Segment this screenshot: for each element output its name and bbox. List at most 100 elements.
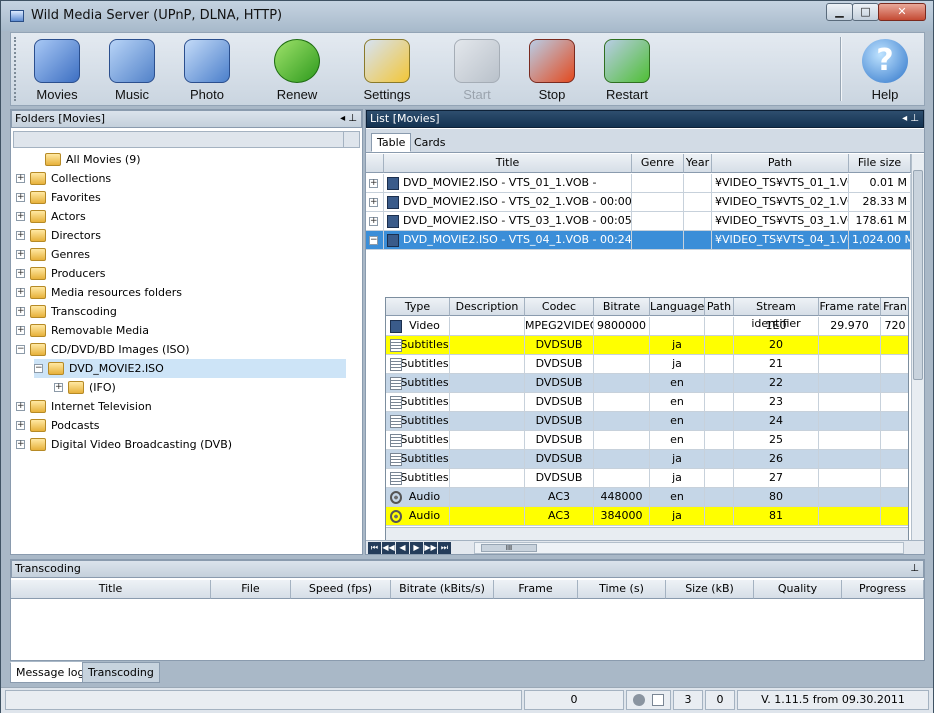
stream-col-frame-rate[interactable]: Frame rate (819, 298, 881, 316)
stream-col-stream-id[interactable]: Stream identifier (734, 298, 819, 330)
stream-row[interactable]: Audio AC3 384000 ja 81 (386, 507, 908, 526)
stream-col-description[interactable]: Description (450, 298, 525, 316)
expand-icon[interactable]: + (16, 326, 25, 335)
grid-horizontal-scrollbar[interactable]: III (474, 542, 904, 554)
restart-button[interactable]: Restart (592, 35, 662, 103)
stream-row[interactable]: Subtitles DVDSUB ja 27 (386, 469, 908, 488)
column-path[interactable]: Path (712, 154, 849, 173)
scrollbar-thumb[interactable]: III (481, 544, 537, 552)
tab-message-log[interactable]: Message log (10, 662, 91, 683)
stream-col-language[interactable]: Language (650, 298, 705, 316)
first-record-button[interactable]: ⏮ (368, 542, 381, 554)
stream-horizontal-scrollbar[interactable] (386, 527, 908, 540)
folders-filter-input[interactable] (13, 131, 360, 148)
stream-col-bitrate[interactable]: Bitrate (594, 298, 650, 316)
expand-icon[interactable]: + (16, 269, 25, 278)
expand-icon[interactable]: + (16, 212, 25, 221)
scrollbar-thumb[interactable] (913, 170, 923, 380)
next-page-button[interactable]: ▶▶ (424, 542, 437, 554)
expand-icon[interactable]: + (369, 217, 378, 226)
tree-item[interactable]: + Transcoding (16, 302, 316, 321)
status-checkbox[interactable] (652, 694, 665, 706)
stream-row[interactable]: Subtitles DVDSUB ja 20 (386, 336, 908, 355)
stream-row[interactable]: Subtitles DVDSUB en 24 (386, 412, 908, 431)
tab-transcoding[interactable]: Transcoding (82, 662, 160, 683)
stream-col-type[interactable]: Type (386, 298, 450, 316)
expand-icon[interactable]: + (16, 288, 25, 297)
tree-item[interactable]: − DVD_MOVIE2.ISO (34, 359, 346, 378)
tree-item[interactable]: + Internet Television (16, 397, 316, 416)
toolbar-grip[interactable] (14, 37, 17, 101)
tree-item[interactable]: + Collections (16, 169, 316, 188)
last-record-button[interactable]: ⏭ (438, 542, 451, 554)
stream-row[interactable]: Subtitles DVDSUB ja 26 (386, 450, 908, 469)
table-row[interactable]: − DVD_MOVIE2.ISO - VTS_04_1.VOB - 00:24:4… (366, 231, 911, 250)
collapse-icon[interactable]: − (16, 345, 25, 354)
tree-item[interactable]: − CD/DVD/BD Images (ISO) (16, 340, 316, 359)
expand-icon[interactable]: + (369, 179, 378, 188)
expand-icon[interactable]: + (16, 440, 25, 449)
trans-col-file[interactable]: File (211, 580, 291, 599)
minimize-button[interactable]: ▁ (826, 3, 853, 21)
trans-col-speed[interactable]: Speed (fps) (291, 580, 391, 599)
stream-row[interactable]: Subtitles DVDSUB ja 21 (386, 355, 908, 374)
stream-row[interactable]: Subtitles DVDSUB en 25 (386, 431, 908, 450)
trans-col-frame[interactable]: Frame (494, 580, 578, 599)
table-row[interactable]: + DVD_MOVIE2.ISO - VTS_03_1.VOB - 00:05:0… (366, 212, 911, 231)
tree-item[interactable]: + Podcasts (16, 416, 316, 435)
start-button[interactable]: Start (442, 35, 512, 103)
column-year[interactable]: Year (684, 154, 712, 173)
trans-col-quality[interactable]: Quality (754, 580, 842, 599)
stop-button[interactable]: Stop (517, 35, 587, 103)
stream-row[interactable]: Subtitles DVDSUB en 22 (386, 374, 908, 393)
tab-cards[interactable]: Cards (408, 133, 451, 152)
pin-icon[interactable]: ◂ ⊥ (340, 111, 357, 127)
collapse-icon[interactable]: − (34, 364, 43, 373)
filter-button[interactable] (343, 132, 359, 147)
tree-item[interactable]: + (IFO) (54, 378, 354, 397)
expand-icon[interactable]: + (16, 250, 25, 259)
stream-row[interactable]: Video MPEG2VIDEO 9800000 1E0 29.970 720 (386, 317, 908, 336)
expand-icon[interactable]: + (16, 421, 25, 430)
movies-button[interactable]: Movies (22, 35, 92, 103)
tree-item[interactable]: + Producers (16, 264, 316, 283)
tree-item[interactable]: + Directors (16, 226, 316, 245)
photo-button[interactable]: Photo (172, 35, 242, 103)
tree-item[interactable]: + Favorites (16, 188, 316, 207)
grid-vertical-scrollbar[interactable] (911, 154, 924, 540)
trans-col-progress[interactable]: Progress (842, 580, 924, 599)
column-genre[interactable]: Genre (632, 154, 684, 173)
prev-page-button[interactable]: ◀◀ (382, 542, 395, 554)
expand-icon[interactable]: + (16, 174, 25, 183)
tree-item[interactable]: All Movies (9) (31, 150, 331, 169)
tree-item[interactable]: + Genres (16, 245, 316, 264)
pin-icon[interactable]: ⊥ (910, 561, 919, 577)
tab-table[interactable]: Table (371, 133, 412, 152)
trans-col-bitrate[interactable]: Bitrate (kBits/s) (391, 580, 494, 599)
table-row[interactable]: + DVD_MOVIE2.ISO - VTS_01_1.VOB - ¥VIDEO_T… (366, 174, 911, 193)
renew-button[interactable]: Renew (262, 35, 332, 103)
expand-icon[interactable]: + (369, 198, 378, 207)
trans-col-time[interactable]: Time (s) (578, 580, 666, 599)
next-record-button[interactable]: ▶ (410, 542, 423, 554)
collapse-icon[interactable]: − (369, 236, 378, 245)
music-button[interactable]: Music (97, 35, 167, 103)
tree-item[interactable]: + Actors (16, 207, 316, 226)
prev-record-button[interactable]: ◀ (396, 542, 409, 554)
expand-icon[interactable]: + (16, 193, 25, 202)
maximize-button[interactable]: □ (852, 3, 879, 21)
stream-col-path[interactable]: Path (705, 298, 734, 316)
stream-row[interactable]: Audio AC3 448000 en 80 (386, 488, 908, 507)
pin-icon[interactable]: ◂ ⊥ (902, 111, 919, 127)
stream-row[interactable]: Subtitles DVDSUB en 23 (386, 393, 908, 412)
expand-icon[interactable]: + (54, 383, 63, 392)
expand-icon[interactable]: + (16, 402, 25, 411)
help-button[interactable]: ? Help (850, 35, 920, 103)
column-title[interactable]: Title (384, 154, 632, 173)
stream-col-frame[interactable]: Fran (881, 298, 908, 316)
table-row[interactable]: + DVD_MOVIE2.ISO - VTS_02_1.VOB - 00:00:2… (366, 193, 911, 212)
stream-col-codec[interactable]: Codec (525, 298, 594, 316)
trans-col-title[interactable]: Title (11, 580, 211, 599)
tree-item[interactable]: + Removable Media (16, 321, 316, 340)
close-button[interactable]: ✕ (878, 3, 926, 21)
